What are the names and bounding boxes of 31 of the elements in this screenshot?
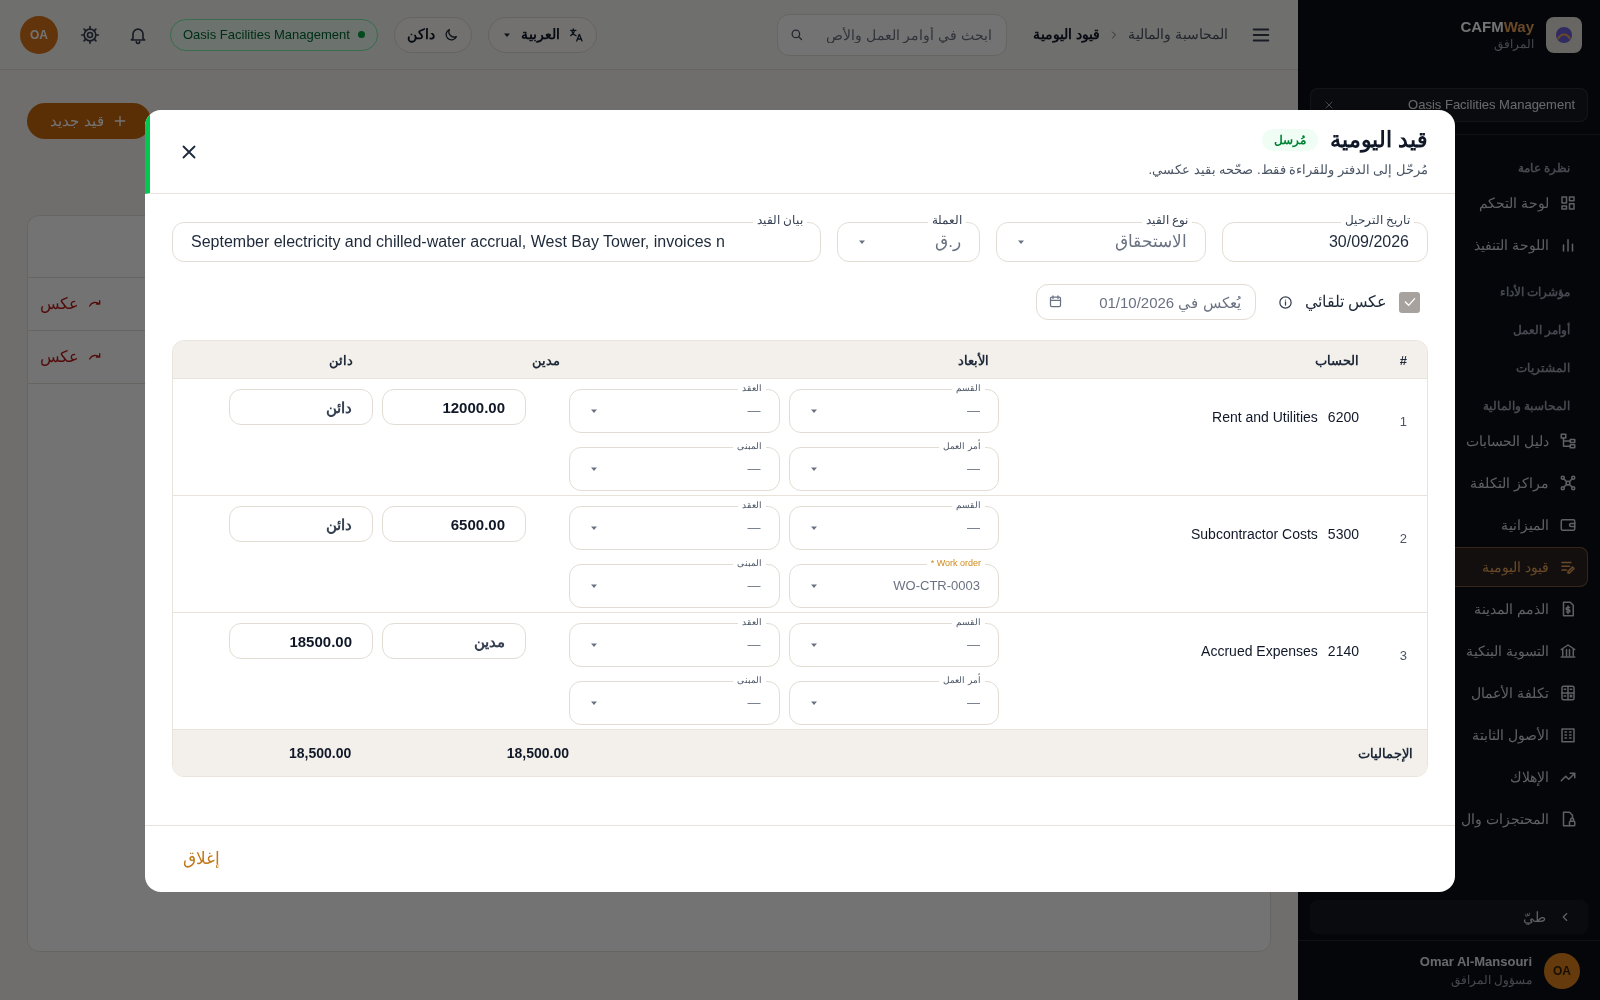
account-name: Rent and Utilities <box>1212 408 1318 427</box>
account-code: 6200 <box>1327 408 1359 427</box>
nav-section-heading: أوامر العمل <box>1512 321 1570 339</box>
row-number: 3 <box>1399 648 1407 663</box>
dialog-title: قيد اليومية <box>1329 126 1428 155</box>
brand-subtitle: المرافق <box>1494 36 1534 52</box>
nav-section-heading: مؤشرات الأداء <box>1499 283 1570 301</box>
account-name: Accrued Expenses <box>1201 642 1318 661</box>
status-badge: مُرسل <box>1261 128 1318 151</box>
column-header: الحساب <box>1315 352 1359 368</box>
account-code: 5300 <box>1327 525 1359 544</box>
column-header: # <box>1399 352 1407 368</box>
credit-total: 18,500.00 <box>289 745 352 761</box>
row-number: 2 <box>1399 531 1407 546</box>
account-code: 2140 <box>1327 642 1359 661</box>
nav-section-heading: نظرة عامة <box>1517 160 1570 177</box>
nav-section-heading: المشتريات <box>1516 360 1570 377</box>
dialog-subtitle: مُرحّل إلى الدفتر وللقراءة فقط. صحّحه بقيد عكسي. <box>1148 161 1428 180</box>
column-header: دائن <box>329 352 353 368</box>
column-header: الأبعاد <box>958 352 989 368</box>
user-name: Omar Al-Mansouri <box>1419 952 1532 971</box>
breadcrumb-item: قيود اليومية <box>1033 25 1101 45</box>
totals-label: الإجماليات <box>1358 746 1413 761</box>
debit-total: 18,500.00 <box>506 745 569 761</box>
checkbox-label: عكس تلقائي <box>1304 292 1387 313</box>
row-number: 1 <box>1399 414 1407 429</box>
column-header: مدين <box>532 352 560 368</box>
user-role: مسؤول المرافق <box>1450 972 1532 990</box>
nav-section-heading: المحاسبة والمالية <box>1482 398 1570 415</box>
account-name: Subcontractor Costs <box>1191 525 1318 544</box>
brand-name: CAFMWay <box>1460 18 1534 37</box>
